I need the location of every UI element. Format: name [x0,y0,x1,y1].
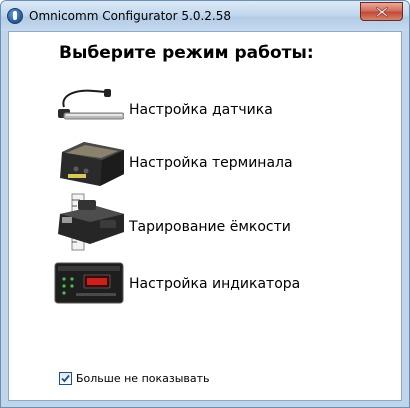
window-title: Omnicomm Configurator 5.0.2.58 [29,9,232,23]
dont-show-again-checkbox[interactable] [59,372,72,385]
option-indicator-setup[interactable]: Настройка индикатора [54,261,304,307]
option-sensor-setup[interactable]: Настройка датчика [54,87,284,131]
dialog-content: Выберите режим работы: Настройка датчика [8,31,402,401]
omnicomm-app-icon [7,8,23,24]
option-terminal-setup[interactable]: Настройка терминала [54,138,294,190]
page-title: Выберите режим работы: [59,43,314,63]
dont-show-again-label: Больше не показывать [76,372,210,385]
close-icon [376,7,388,17]
fuel-sensor-icon [58,89,124,120]
option-indicator-label: Настройка индикатора [129,276,301,292]
title-bar[interactable]: Omnicomm Configurator 5.0.2.58 [1,1,409,31]
checkmark-icon [61,374,70,383]
option-tank-calibration-label: Тарирование ёмкости [129,219,291,235]
dialog-window: Omnicomm Configurator 5.0.2.58 Выберите … [0,0,410,408]
terminal-device-icon [60,142,124,186]
tank-calibration-icon [58,193,124,251]
close-button[interactable] [360,2,403,21]
option-tank-calibration[interactable]: Тарирование ёмкости [54,192,294,252]
indicator-display-icon [54,262,124,304]
option-terminal-label: Настройка терминала [129,155,293,171]
option-sensor-label: Настройка датчика [129,102,273,118]
